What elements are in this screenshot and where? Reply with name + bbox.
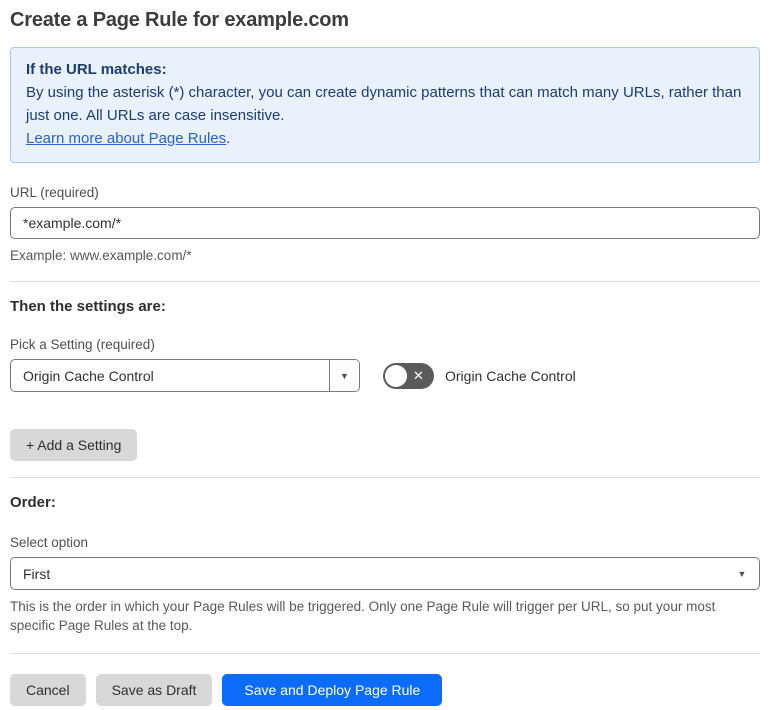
divider [10,281,760,282]
learn-more-link[interactable]: Learn more about Page Rules [26,130,226,147]
order-section-heading: Order: [10,494,56,511]
toggle-off-icon: ✕ [413,368,424,383]
chevron-down-icon: ▼ [737,568,747,579]
setting-toggle-label: Origin Cache Control [445,367,576,384]
order-helper-text: This is the order in which your Page Rul… [10,599,716,633]
setting-select-value: Origin Cache Control [23,367,154,384]
order-select-value: First [23,565,51,582]
link-suffix: . [226,130,231,147]
url-match-info-box: If the URL matches: By using the asteris… [10,47,760,163]
cancel-button[interactable]: Cancel [10,674,86,706]
page-title: Create a Page Rule for example.com [10,9,349,31]
add-setting-button[interactable]: + Add a Setting [10,429,138,461]
divider [10,477,760,478]
setting-select[interactable]: Origin Cache Control ▼ [10,359,360,392]
order-select-label: Select option [10,535,89,550]
settings-section-heading: Then the settings are: [10,298,166,315]
order-select[interactable]: First ▼ [10,557,760,590]
chevron-down-icon[interactable]: ▼ [329,360,359,391]
url-field-label: URL (required) [10,185,99,200]
setting-row: Origin Cache Control ▼ ✕ Origin Cache Co… [10,359,760,392]
setting-toggle[interactable]: ✕ [383,362,434,389]
page-rule-form: Create a Page Rule for example.com If th… [0,0,770,706]
toggle-knob [385,364,407,387]
url-input[interactable] [10,207,760,239]
url-example-helper: Example: www.example.com/* [10,248,192,263]
add-setting-wrap: + Add a Setting [10,429,760,461]
save-as-draft-button[interactable]: Save as Draft [95,674,213,706]
info-box-heading: If the URL matches: [26,61,167,78]
info-box-link-line: Learn more about Page Rules. [26,127,744,150]
info-box-body: By using the asterisk (*) character, you… [26,84,742,124]
save-and-deploy-button[interactable]: Save and Deploy Page Rule [222,674,443,706]
footer-actions: Cancel Save as Draft Save and Deploy Pag… [10,674,760,706]
pick-setting-label: Pick a Setting (required) [10,337,155,352]
divider [10,653,760,654]
